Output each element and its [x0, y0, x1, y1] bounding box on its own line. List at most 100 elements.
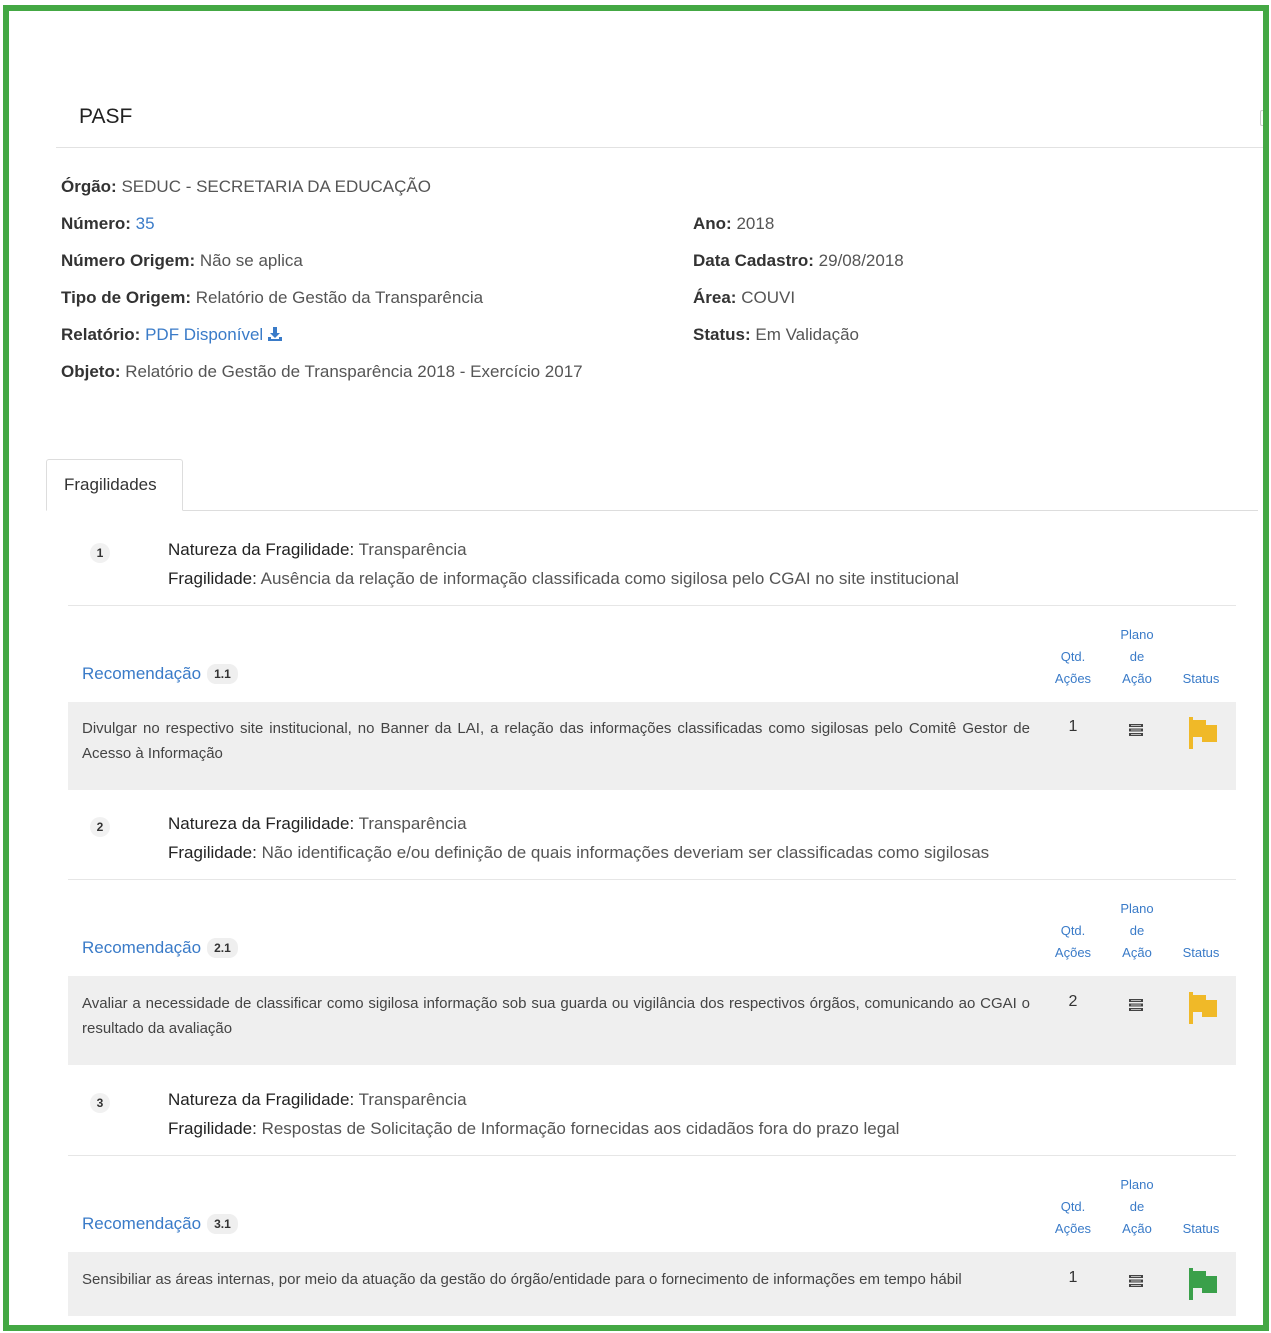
col-plano-acao: Plano de Ação	[1114, 1174, 1160, 1240]
fragilidade-item: 3 Natureza da Fragilidade: Transparência…	[68, 1081, 1236, 1156]
recomendacao-label: Recomendação	[82, 1214, 202, 1233]
status-flag-icon	[1189, 992, 1217, 1024]
natureza-label: Natureza da Fragilidade:	[168, 540, 355, 559]
natureza-label: Natureza da Fragilidade:	[168, 814, 355, 833]
col-plano-line3: Ação	[1122, 1221, 1152, 1236]
objeto-value: Relatório de Gestão de Transparência 201…	[125, 362, 583, 381]
objeto-label: Objeto:	[61, 362, 121, 381]
info-relatorio: Relatório: PDF Disponível	[61, 325, 283, 345]
natureza-value: Transparência	[358, 814, 467, 833]
info-area: Área: COUVI	[693, 288, 795, 308]
qtd-acoes-value: 1	[1068, 1269, 1078, 1286]
col-plano-line2: de	[1129, 649, 1145, 664]
fragilidade-label: Fragilidade:	[168, 569, 257, 588]
header-divider	[56, 147, 1263, 148]
fragilidade-label: Fragilidade:	[168, 843, 257, 862]
ano-value: 2018	[736, 214, 775, 233]
fragilidade-number-badge: 1	[90, 543, 110, 563]
status-value: Em Validação	[755, 325, 859, 344]
col-qtd-acoes: Qtd. Ações	[1048, 1196, 1098, 1240]
fragilidade-value: Não identificação e/ou definição de quai…	[261, 843, 990, 862]
recomendacao-title[interactable]: Recomendação 3.1	[82, 1214, 238, 1234]
natureza-value: Transparência	[358, 1090, 467, 1109]
col-plano-line1: Plano	[1120, 627, 1154, 642]
data-cadastro-label: Data Cadastro:	[693, 251, 814, 270]
col-qtd-line2: Ações	[1054, 945, 1092, 960]
ano-label: Ano:	[693, 214, 732, 233]
qtd-acoes-value: 1	[1068, 718, 1078, 735]
col-plano-acao: Plano de Ação	[1114, 898, 1160, 964]
recomendacao-title[interactable]: Recomendação 1.1	[82, 664, 238, 684]
natureza-value: Transparência	[358, 540, 467, 559]
recomendacao-text: Avaliar a necessidade de classificar com…	[82, 995, 1030, 1037]
relatorio-label: Relatório:	[61, 325, 141, 344]
col-status: Status	[1182, 1221, 1220, 1236]
fragilidade-natureza: Natureza da Fragilidade: Transparência	[168, 814, 467, 834]
area-label: Área:	[693, 288, 737, 307]
plano-acao-icon[interactable]	[1129, 999, 1143, 1011]
plano-acao-icon[interactable]	[1129, 724, 1143, 736]
panel-edge-icon	[1260, 110, 1263, 126]
fragilidade-value: Ausência da relação de informação classi…	[260, 569, 959, 588]
info-numero: Número: 35	[61, 214, 155, 234]
orgao-value: SEDUC - SECRETARIA DA EDUCAÇÃO	[121, 177, 431, 196]
download-icon	[268, 327, 283, 341]
col-qtd-acoes: Qtd. Ações	[1048, 646, 1098, 690]
col-qtd-line1: Qtd.	[1060, 649, 1086, 664]
recomendacao-row: Divulgar no respectivo site instituciona…	[68, 702, 1236, 790]
col-plano-line3: Ação	[1122, 945, 1152, 960]
col-status: Status	[1182, 945, 1220, 960]
plano-acao-icon[interactable]	[1129, 1275, 1143, 1287]
fragilidade-label: Fragilidade:	[168, 1119, 257, 1138]
fragilidade-descricao: Fragilidade: Respostas de Solicitação de…	[168, 1119, 899, 1139]
recomendacao-row: Avaliar a necessidade de classificar com…	[68, 976, 1236, 1065]
col-plano-line2: de	[1129, 1199, 1145, 1214]
page-frame: PASF Órgão: SEDUC - SECRETARIA DA EDUCAÇ…	[3, 5, 1269, 1331]
data-cadastro-value: 29/08/2018	[818, 251, 904, 270]
col-qtd-line2: Ações	[1054, 671, 1092, 686]
numero-link[interactable]: 35	[136, 214, 155, 233]
relatorio-download-link[interactable]: PDF Disponível	[145, 325, 283, 344]
orgao-label: Órgão:	[61, 177, 117, 196]
recomendacao-label: Recomendação	[82, 664, 202, 683]
relatorio-link-text: PDF Disponível	[145, 325, 264, 344]
recomendacao-header: Recomendação 2.1 Qtd. Ações Plano de Ação St…	[68, 880, 1236, 976]
recomendacao-number-badge: 1.1	[207, 664, 238, 684]
fragilidade-natureza: Natureza da Fragilidade: Transparência	[168, 540, 467, 560]
recomendacao-header: Recomendação 3.1 Qtd. Ações Plano de Ação St…	[68, 1156, 1236, 1252]
numero-origem-label: Número Origem:	[61, 251, 196, 270]
status-flag-icon	[1189, 717, 1217, 749]
recomendacao-title[interactable]: Recomendação 2.1	[82, 938, 238, 958]
fragilidade-item: 1 Natureza da Fragilidade: Transparência…	[68, 531, 1236, 606]
tab-bar-divider	[46, 510, 1258, 511]
col-plano-acao: Plano de Ação	[1114, 624, 1160, 690]
natureza-label: Natureza da Fragilidade:	[168, 1090, 355, 1109]
info-status: Status: Em Validação	[693, 325, 859, 345]
info-data-cadastro: Data Cadastro: 29/08/2018	[693, 251, 904, 271]
info-ano: Ano: 2018	[693, 214, 774, 234]
col-qtd-line1: Qtd.	[1060, 1199, 1086, 1214]
status-flag-icon	[1189, 1268, 1217, 1300]
col-plano-line3: Ação	[1122, 671, 1152, 686]
col-plano-line2: de	[1129, 923, 1145, 938]
recomendacao-row: Sensibiliar as áreas internas, por meio …	[68, 1252, 1236, 1316]
tipo-origem-label: Tipo de Origem:	[61, 288, 192, 307]
info-tipo-origem: Tipo de Origem: Relatório de Gestão da T…	[61, 288, 483, 308]
col-qtd-line2: Ações	[1054, 1221, 1092, 1236]
qtd-acoes-value: 2	[1068, 993, 1078, 1010]
fragilidade-value: Respostas de Solicitação de Informação f…	[261, 1119, 900, 1138]
tab-fragilidades[interactable]: Fragilidades	[46, 459, 183, 511]
recomendacao-number-badge: 2.1	[207, 938, 238, 958]
info-numero-origem: Número Origem: Não se aplica	[61, 251, 303, 271]
col-plano-line1: Plano	[1120, 901, 1154, 916]
area-value: COUVI	[741, 288, 796, 307]
status-label: Status:	[693, 325, 751, 344]
fragilidade-descricao: Fragilidade: Não identificação e/ou defi…	[168, 843, 989, 863]
fragilidade-number-badge: 2	[90, 817, 110, 837]
numero-origem-value: Não se aplica	[199, 251, 303, 270]
fragilidade-number-badge: 3	[90, 1093, 110, 1113]
tipo-origem-value: Relatório de Gestão da Transparência	[195, 288, 484, 307]
fragilidade-descricao: Fragilidade: Ausência da relação de info…	[168, 569, 959, 589]
info-objeto: Objeto: Relatório de Gestão de Transparê…	[61, 362, 583, 382]
fragilidade-item: 2 Natureza da Fragilidade: Transparência…	[68, 805, 1236, 880]
